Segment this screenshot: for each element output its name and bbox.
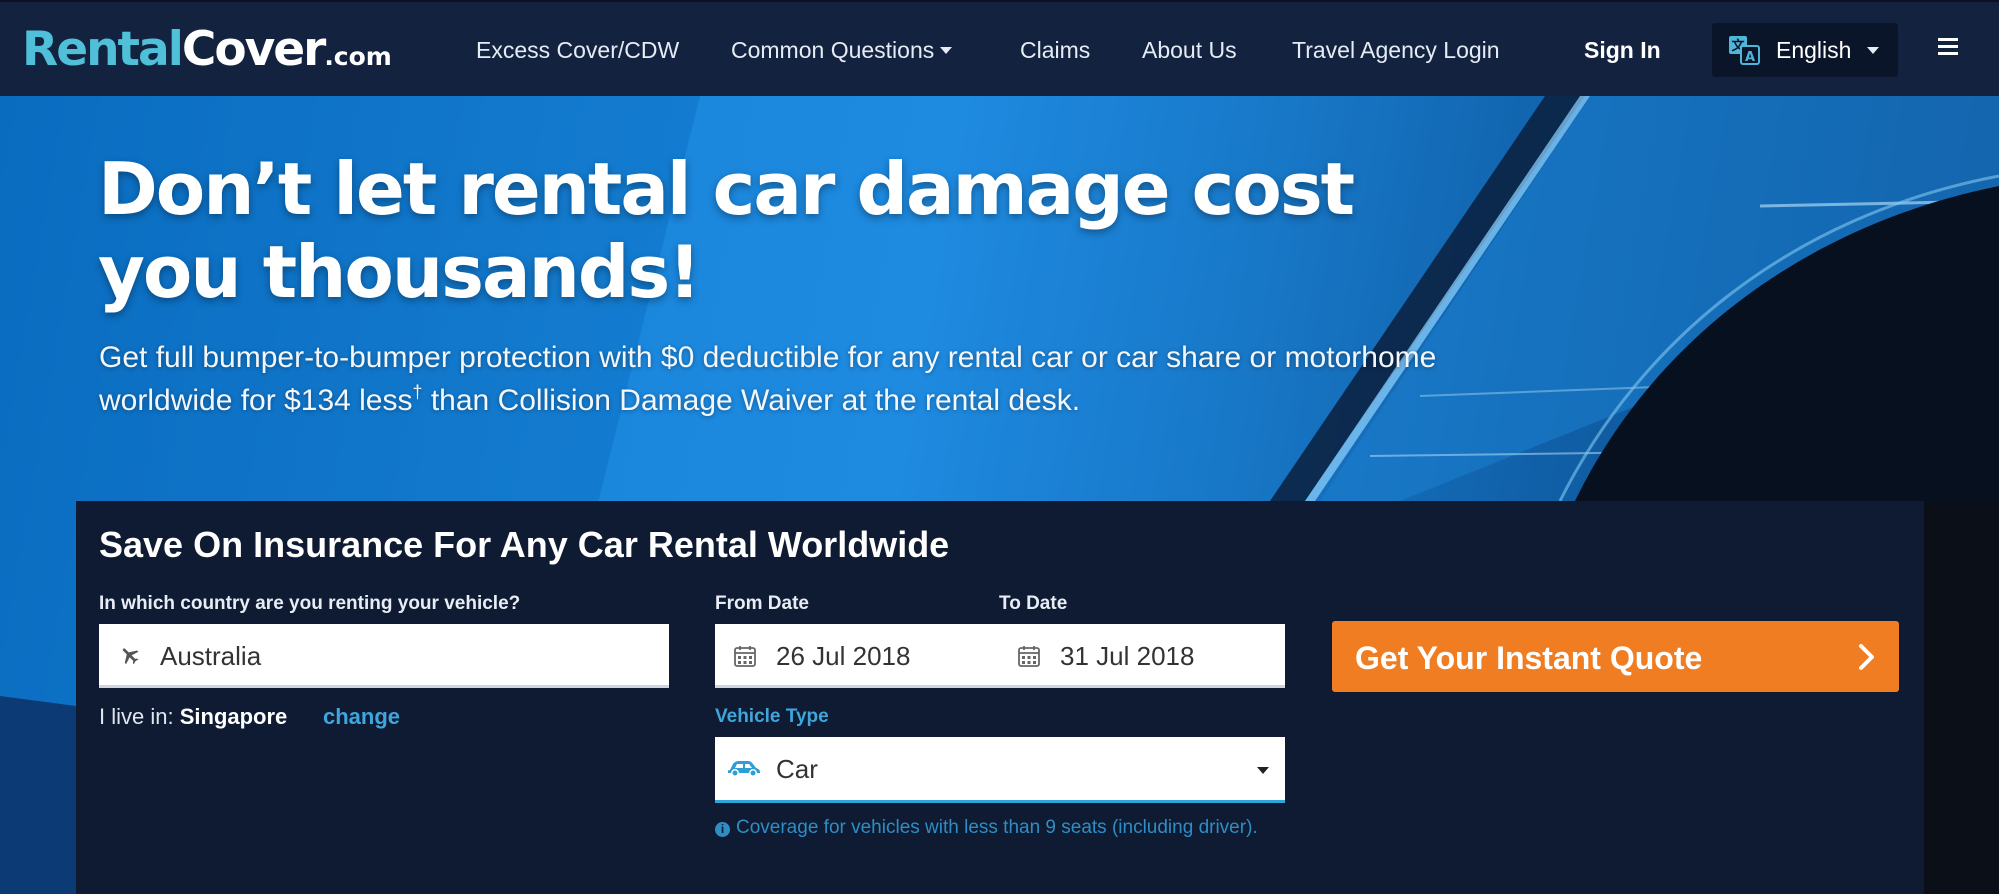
hamburger-icon[interactable]	[1938, 38, 1958, 56]
country-value: Australia	[160, 641, 262, 671]
sign-in-link[interactable]: Sign In	[1584, 36, 1661, 64]
to-date-input[interactable]: 31 Jul 2018	[999, 624, 1285, 685]
calendar-icon	[734, 646, 756, 667]
get-instant-quote-label: Get Your Instant Quote	[1355, 640, 1703, 676]
get-instant-quote-button[interactable]: Get Your Instant Quote	[1332, 621, 1899, 692]
from-date-value: 26 Jul 2018	[776, 641, 911, 671]
caret-down-icon	[1867, 47, 1879, 54]
hero-subtitle: Get full bumper-to-bumper protection wit…	[99, 336, 1439, 422]
language-label: English	[1776, 37, 1852, 63]
language-selector[interactable]: 文 A English	[1712, 23, 1898, 77]
vehicle-type-select[interactable]: Car	[715, 737, 1285, 803]
to-date-label: To Date	[999, 593, 1068, 614]
country-label: In which country are you renting your ve…	[99, 593, 521, 614]
vehicle-coverage-note-text: Coverage for vehicles with less than 9 s…	[736, 817, 1258, 838]
svg-text:A: A	[1745, 50, 1755, 65]
form-title: Save On Insurance For Any Car Rental Wor…	[99, 524, 950, 565]
vehicle-type-label: Vehicle Type	[715, 706, 829, 727]
from-date-input[interactable]: 26 Jul 2018	[715, 624, 999, 685]
live-in-country: Singapore	[179, 704, 288, 729]
hero-subtitle-text-end: than Collision Damage Waiver at the rent…	[422, 384, 1081, 417]
nav-about-us[interactable]: About Us	[1142, 36, 1237, 64]
caret-down-icon	[940, 47, 953, 54]
nav-travel-agency-login[interactable]: Travel Agency Login	[1292, 36, 1500, 64]
vehicle-coverage-note: i Coverage for vehicles with less than 9 …	[715, 815, 1295, 840]
date-range-input: 26 Jul 2018 31 Jul 2018	[715, 624, 1285, 688]
nav-claims[interactable]: Claims	[1020, 36, 1090, 64]
info-icon: i	[715, 822, 730, 837]
logo-part-cover: Cover	[181, 22, 326, 77]
translate-icon: 文 A	[1729, 36, 1760, 65]
nav-common-questions[interactable]: Common Questions	[731, 36, 953, 64]
live-in-text: I live in: Singapore	[99, 704, 287, 730]
car-icon	[728, 761, 760, 777]
logo-part-com: .com	[324, 42, 392, 71]
caret-down-icon	[1257, 767, 1269, 774]
country-input[interactable]: Australia	[99, 624, 669, 688]
site-header: RentalCover.com Excess Cover/CDW Common …	[0, 0, 1999, 96]
dagger-footnote-mark: †	[412, 382, 423, 402]
from-date-label: From Date	[715, 593, 809, 614]
hero-title: Don’t let rental car damage cost you tho…	[98, 147, 1355, 314]
plane-icon	[122, 648, 139, 665]
calendar-icon	[1018, 646, 1040, 667]
change-residence-link[interactable]: change	[323, 704, 400, 730]
quote-form-panel: Save On Insurance For Any Car Rental Wor…	[76, 501, 1924, 894]
vehicle-type-value: Car	[776, 754, 818, 784]
nav-common-questions-label: Common Questions	[731, 37, 935, 63]
logo-part-rental: Rental	[22, 22, 184, 77]
live-in-label: I live in:	[99, 704, 174, 729]
to-date-value: 31 Jul 2018	[1060, 641, 1195, 671]
chevron-right-icon	[1859, 644, 1874, 670]
site-logo[interactable]: RentalCover.com	[22, 24, 392, 83]
nav-excess-cover[interactable]: Excess Cover/CDW	[476, 36, 679, 64]
